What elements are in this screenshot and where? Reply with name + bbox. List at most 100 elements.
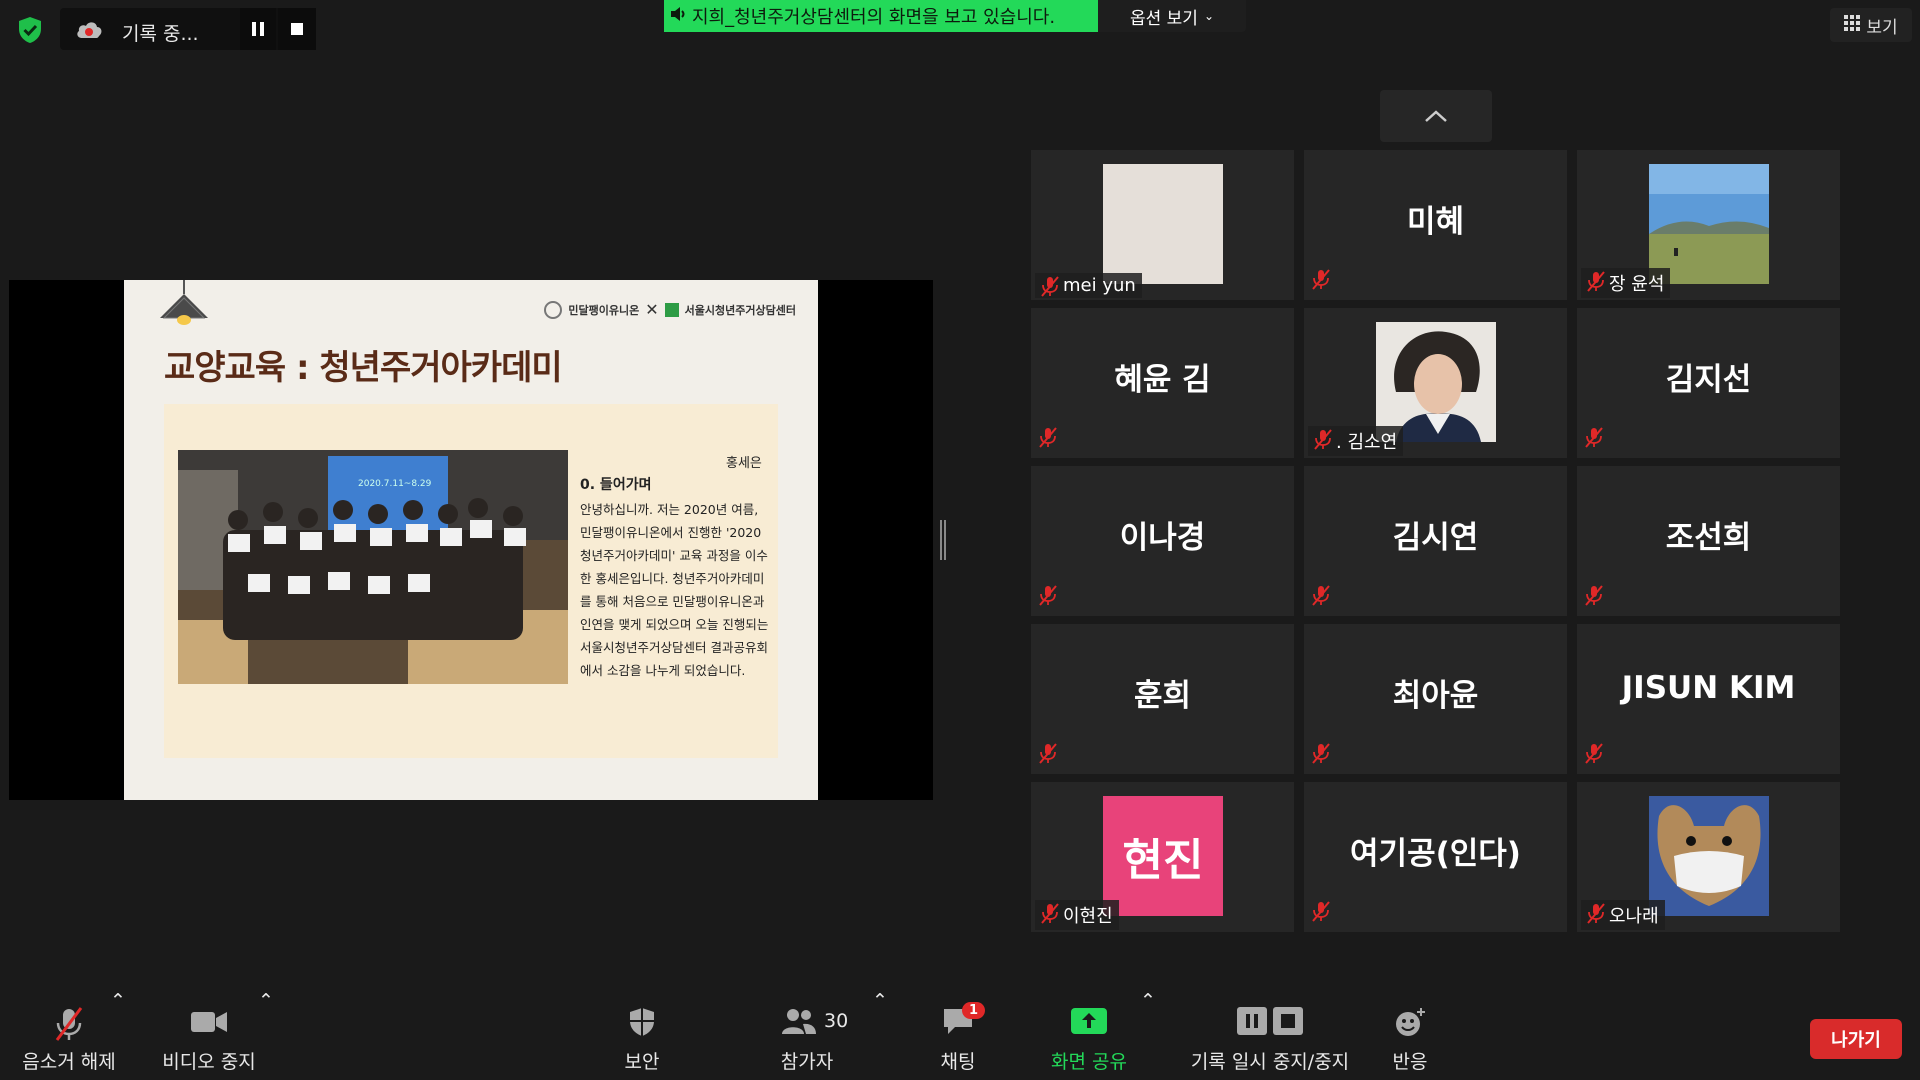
photo-caption: 2020.7.11~8.29 [358,479,432,489]
pause-recording-button[interactable] [240,8,276,50]
participant-display-name: 혜윤 김 [1114,362,1211,398]
participant-name: 이현진 [1063,906,1113,927]
pause-stop-icon [1235,1006,1305,1041]
participant-tile[interactable]: 김시연 [1304,466,1567,616]
participant-display-name: 여기공(인다) [1350,836,1521,872]
muted-microphone-icon [51,1006,87,1047]
slide-author: 홍세은 [726,456,762,471]
gallery-view-button[interactable]: 보기 [1830,8,1912,42]
participant-photo [1376,322,1496,442]
muted-mic-icon [1312,428,1334,455]
participant-display-name: 김지선 [1665,362,1752,398]
chevron-down-icon: ⌄ [1203,9,1215,23]
group-photo: 2020.7.11~8.29 [178,450,568,684]
muted-mic-icon [1583,426,1605,452]
share-options-caret[interactable]: ⌃ [1140,990,1156,1080]
pause-stop-recording-button[interactable]: 기록 일시 중지/중지 [1170,990,1370,1080]
recording-indicator: 기록 중... [60,8,316,50]
participant-display-name: 이나경 [1119,520,1206,556]
chat-label: 채팅 [940,1051,976,1073]
participant-photo [1103,164,1223,284]
participant-name-tag: . 김소연 [1308,426,1404,456]
view-options-dropdown[interactable]: 옵션 보기 ⌄ [1098,0,1246,32]
split-view-handle[interactable] [940,520,946,560]
slide-logos: 민달팽이유니온 ✕ 서울시청년주거상담센터 [544,300,796,319]
participants-options-caret[interactable]: ⌃ [872,990,888,1080]
participant-tile[interactable]: 김지선 [1577,308,1840,458]
video-camera-icon [190,1006,228,1041]
participant-tile[interactable]: 여기공(인다) [1304,782,1567,932]
muted-mic-icon [1310,584,1332,610]
muted-mic-icon [1310,900,1332,926]
participants-count: 30 [824,1010,849,1032]
muted-mic-icon [1583,742,1605,768]
slide-body-text: 안녕하십니까. 저는 2020년 여름, 민달팽이유니온에서 진행한 '2020… [580,502,769,678]
participant-tile[interactable]: JISUN KIM [1577,624,1840,774]
security-button[interactable]: 보안 [610,990,674,1080]
muted-mic-icon [1585,902,1607,929]
muted-mic-icon [1585,270,1607,297]
muted-mic-icon [1583,584,1605,610]
muted-mic-icon [1037,742,1059,768]
participants-label: 참가자 [780,1051,834,1073]
stop-video-label: 비디오 중지 [162,1051,256,1073]
participants-button[interactable]: 30 참가자 [766,990,848,1080]
participant-name-tag: 오나래 [1581,900,1665,930]
participant-tile[interactable]: 현진 이현진 [1031,782,1294,932]
emoji-plus-icon [1393,1006,1427,1043]
muted-mic-icon [1037,426,1059,452]
security-shield-outline-icon [627,1006,657,1043]
participant-display-name: 훈희 [1133,678,1192,714]
security-label: 보안 [624,1051,660,1073]
share-banner-text: 지희_청년주거상담센터의 화면을 보고 있습니다. [692,7,1056,28]
share-screen-icon [1070,1006,1108,1041]
participant-name: mei yun [1063,275,1136,296]
cloud-recording-icon [74,18,104,40]
participant-name-tag: mei yun [1035,273,1142,298]
participant-display-name: 최아윤 [1392,678,1479,714]
view-button-label: 보기 [1866,17,1898,38]
participant-tile[interactable]: 최아윤 [1304,624,1567,774]
participant-tile[interactable]: 훈희 [1031,624,1294,774]
chat-unread-badge: 1 [962,1002,986,1019]
leave-meeting-button[interactable]: 나가기 [1810,1019,1902,1059]
security-shield-icon[interactable] [12,14,48,46]
share-screen-button[interactable]: 화면 공유 [1046,990,1132,1080]
reactions-button[interactable]: 반응 [1380,990,1440,1080]
participant-avatar: 현진 [1103,796,1223,916]
stop-video-button[interactable]: 비디오 중지 [158,990,260,1080]
participant-tile[interactable]: 오나래 [1577,782,1840,932]
chat-button[interactable]: 1 채팅 [928,990,988,1080]
participant-name-tag: 장 윤석 [1581,268,1671,298]
participant-name-tag: 이현진 [1035,900,1119,930]
slide-title: 교양교육 : 청년주거아카데미 [164,348,563,388]
participant-tile[interactable]: mei yun [1031,150,1294,300]
participant-display-name: 조선희 [1665,520,1752,556]
participant-tile[interactable]: 혜윤 김 [1031,308,1294,458]
participant-tile[interactable]: . 김소연 [1304,308,1567,458]
meeting-toolbar: 음소거 해제 ⌃ 비디오 중지 ⌃ 보안 30 참가자 ⌃ 1 채팅 화면 공유… [0,990,1920,1080]
logo-left-text: 민달팽이유니온 [568,303,640,317]
video-options-caret[interactable]: ⌃ [258,990,274,1080]
participant-tile[interactable]: 미혜 [1304,150,1567,300]
muted-mic-icon [1037,584,1059,610]
reactions-label: 반응 [1392,1051,1428,1073]
participant-tile[interactable]: 조선희 [1577,466,1840,616]
gallery-scroll-up-button[interactable] [1380,90,1492,142]
muted-mic-icon [1310,268,1332,294]
participant-tile[interactable]: 이나경 [1031,466,1294,616]
pause-stop-recording-label: 기록 일시 중지/중지 [1190,1051,1350,1073]
stop-recording-button[interactable] [278,8,316,50]
chevron-up-icon [1425,110,1447,122]
participants-icon [781,1006,817,1041]
recording-label: 기록 중... [122,23,199,45]
muted-mic-icon [1039,902,1061,929]
participant-tile[interactable]: 장 윤석 [1577,150,1840,300]
center-logo-icon [664,302,679,317]
view-options-label: 옵션 보기 [1129,8,1198,29]
unmute-label: 음소거 해제 [22,1051,116,1073]
audio-options-caret[interactable]: ⌃ [110,990,126,1080]
speaker-icon [670,6,688,27]
unmute-button[interactable]: 음소거 해제 [16,990,122,1080]
participant-display-name: JISUN KIM [1621,670,1796,706]
